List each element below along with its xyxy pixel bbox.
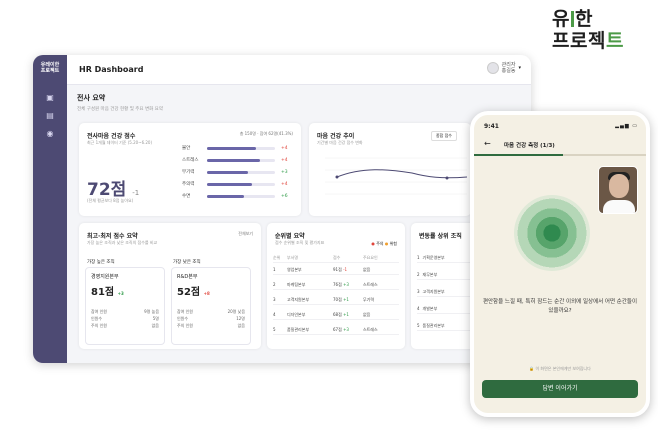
table-row[interactable]: 5 품질관리본부 67점 +3 스트레스 [273, 325, 399, 335]
health-meta: 총 150명 · 참여 62명(41.3%) [239, 131, 293, 136]
lock-icon: 🔒 [529, 366, 535, 371]
high-org-box: 경영지원본부 81점 +3 참여 인원 9명 높음 인원수 5명 주의 인원 없음 [85, 267, 165, 345]
avatar [486, 62, 499, 74]
continue-answer-button[interactable]: 답변 이어가기 [482, 380, 638, 398]
health-note: (전체 평균보다 8점 높아요) [87, 198, 134, 203]
health-factor-row: 무기력 +3 [182, 169, 288, 176]
hr-dashboard-window: 유레이한 프로젝트 ▣ ▤ ◉ HR Dashboard 관리자 홍길동 ▾ 전사 … [33, 55, 531, 363]
health-factor-row: 스트레스 +4 [182, 157, 288, 164]
ranking-title: 순위별 요약 [275, 233, 305, 240]
table-row[interactable]: 3 고객지원본부 70점 +1 무기력 [273, 295, 399, 305]
question-text: 편안함을 느낄 때, 특히 잠드는 순간 이외에 일상에서 어떤 순간들이 있을… [482, 299, 638, 314]
health-score: 72점 -1 [87, 180, 140, 200]
low-org-box: R&D본부 52점 +8 참여 인원 20명 낮음 인원수 12명 주의 인원 없음 [171, 267, 251, 345]
brand-logo: 유한 프로젝트 [552, 8, 624, 52]
status-time: 9:41 [484, 123, 499, 130]
health-title: 전사마음 건강 점수 [87, 133, 136, 140]
compare-title: 최고·최저 점수 요약 [87, 233, 138, 240]
ranking-subtitle: 점수 순위별 조직 및 평가지표 [275, 240, 325, 245]
health-subtitle: 최근 1개월 데이터 기준 (5.20~6.20) [87, 140, 153, 145]
health-score-card: 전사마음 건강 점수 최근 1개월 데이터 기준 (5.20~6.20) 총 1… [79, 123, 301, 216]
chevron-down-icon: ▾ [518, 65, 521, 71]
dashboard-icon[interactable]: ▣ [33, 88, 67, 106]
high-score: 81점 +3 [91, 287, 124, 298]
privacy-note: 🔒 이 화면은 본인에게만 보여집니다 [529, 366, 591, 371]
trend-subtitle: 기간별 마음 건강 점수 변화 [317, 140, 363, 145]
ranking-header: 순위 부서명 점수 주요요인 [273, 253, 399, 263]
changes-title: 변동률 상위 조직 [419, 233, 462, 240]
health-factor-row: 주의력 +4 [182, 181, 288, 188]
header: HR Dashboard 관리자 홍길동 ▾ [67, 55, 531, 85]
high-org: 경영지원본부 [91, 274, 119, 280]
summary-subtitle: 전체 구성원 마음 건강 현황 및 주요 변화 요약 [77, 107, 163, 112]
sidebar: 유레이한 프로젝트 ▣ ▤ ◉ [33, 55, 67, 363]
trend-select[interactable]: 종합 점수 [431, 131, 457, 141]
trend-card: 마음 건강 추이 기간별 마음 건강 점수 변화 종합 점수 [309, 123, 471, 216]
user-menu[interactable]: 관리자 홍길동 ▾ [486, 62, 521, 74]
ranking-legend: ● 주의 ● 위험 [371, 241, 397, 246]
trend-title: 마음 건강 추이 [317, 133, 355, 140]
progress-bar [474, 154, 646, 156]
ranking-card: 순위별 요약 점수 순위별 조직 및 평가지표 ● 주의 ● 위험 순위 부서명 점… [267, 223, 405, 349]
compare-subtitle: 가장 높은 조직과 낮은 조직의 점수를 비교 [87, 240, 158, 245]
low-score: 52점 +8 [177, 287, 210, 298]
back-arrow-icon[interactable]: ← [484, 139, 491, 148]
page-title: HR Dashboard [79, 65, 144, 74]
face-camera-preview [598, 166, 638, 214]
user-name: 홍길동 [501, 68, 516, 74]
signal-icon: ▂▄▆ ▭ [615, 123, 638, 129]
health-factor-row: 수면 +6 [182, 193, 288, 200]
view-all-link[interactable]: 전체보기 [238, 231, 253, 237]
user-icon[interactable]: ◉ [33, 124, 67, 142]
low-label: 가장 낮은 조직 [173, 260, 201, 265]
compare-card: 최고·최저 점수 요약 가장 높은 조직과 낮은 조직의 점수를 비교 전체보기… [79, 223, 261, 349]
mobile-phone: 9:41 ▂▄▆ ▭ ← 마음 건강 측정 (1/3) 편안함을 느낄 때, 특… [470, 111, 650, 417]
trend-chart [325, 157, 467, 195]
sidebar-brand: 유레이한 프로젝트 [40, 62, 60, 74]
voice-rings-icon [514, 195, 590, 271]
summary-title: 전사 요약 [77, 94, 106, 102]
low-org: R&D본부 [177, 274, 198, 280]
table-row[interactable]: 4 디자인본부 68점 +1 없음 [273, 310, 399, 320]
report-icon[interactable]: ▤ [33, 106, 67, 124]
table-row[interactable]: 2 마케팅본부 76점 +3 스트레스 [273, 280, 399, 290]
table-row[interactable]: 1 영업본부 91점 -1 없음 [273, 265, 399, 275]
health-factor-row: 불안 +4 [182, 145, 288, 152]
measure-title: 마음 건강 측정 (1/3) [504, 143, 555, 149]
high-label: 가장 높은 조직 [87, 260, 115, 265]
